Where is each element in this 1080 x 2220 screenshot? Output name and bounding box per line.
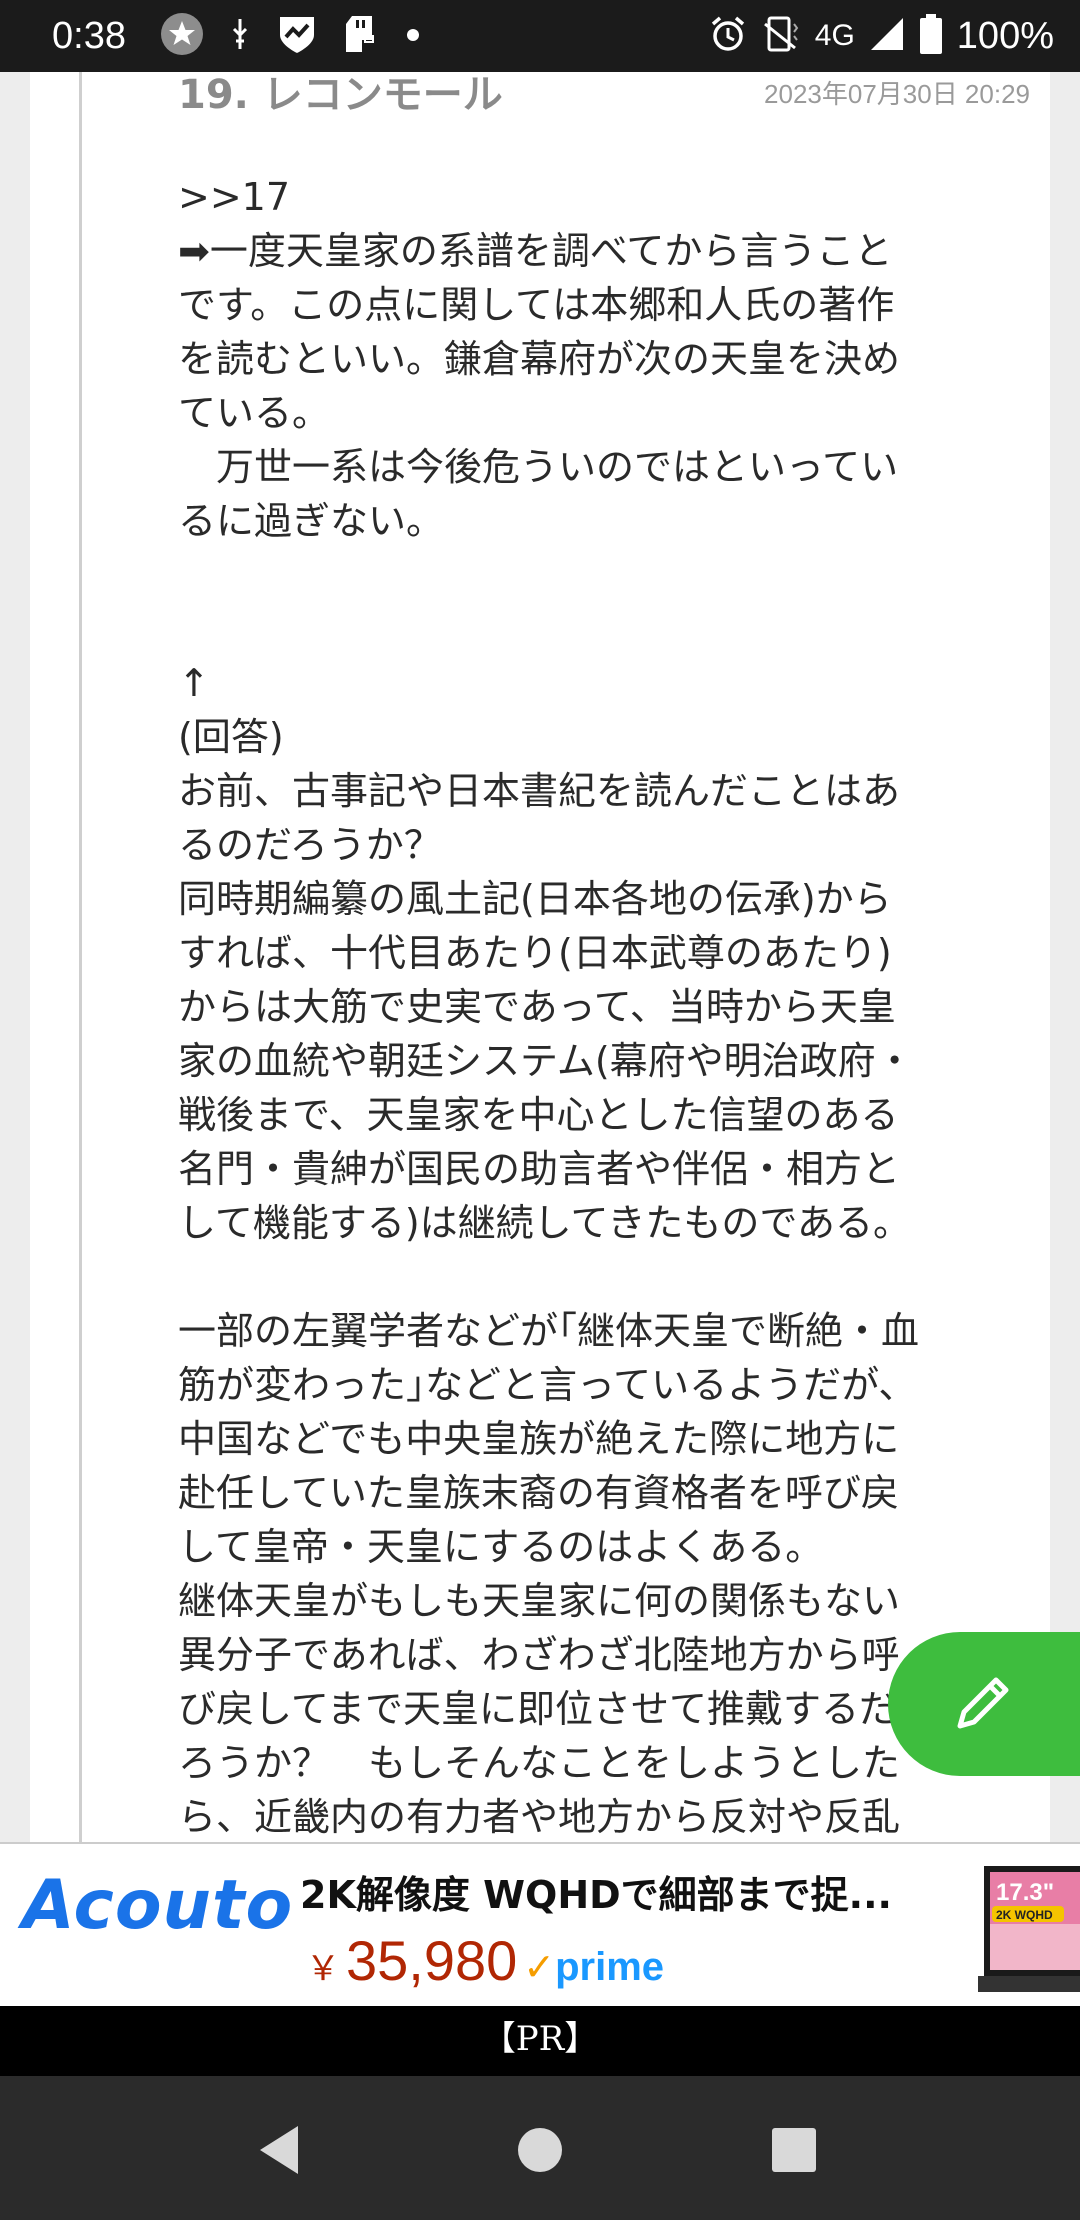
star-icon [160,12,204,60]
post-line [178,548,1040,602]
post-line: 家の血統や朝廷システム(幕府や明治政府・ [178,1039,914,1083]
dot-icon [406,27,420,46]
shield-icon [276,13,318,59]
ad-image-badge: 17.3" [996,1879,1054,1906]
post-line: ↑ [178,661,210,705]
ad-brand: Acouto [22,1866,294,1945]
navigation-bar [0,2076,1080,2220]
post-line: して機能する)は継続してきたものである。 [178,1201,912,1245]
vibrate-icon [761,14,801,58]
home-button[interactable] [510,2120,570,2180]
ad-title: 2K解像度 WQHDで細部まで捉... [300,1873,892,1917]
network-type: 4G [814,19,855,52]
status-bar: 0:38 4G 100% [0,0,1080,72]
post-line: です。この点に関しては本郷和人氏の著作 [178,283,895,327]
battery-icon [919,14,943,58]
post-line: お前、古事記や日本書紀を読んだことはあ [178,769,901,813]
back-button[interactable] [252,2120,312,2180]
ad-product-image: 17.3" 2K WQHD [978,1864,1080,1992]
post-line: 一部の左翼学者などが｢継体天皇で断絶・血 [178,1309,920,1353]
pencil-icon [950,1668,1018,1740]
post-line: 筋が変わった｣などと言っているようだが、 [178,1363,917,1407]
ad-price: 35,980 [346,1929,518,1992]
notification-icons [160,12,420,60]
reply-thread-line [79,72,82,1842]
post-line: 赴任していた皇族末裔の有資格者を呼び戻 [178,1471,899,1515]
post-line: 戦後まで、天皇家を中心とした信望のある [178,1093,899,1137]
usb-icon [230,17,250,55]
ad-banner[interactable]: Acouto 2K解像度 WQHDで細部まで捉... ￥ 35,980 ✓ pr… [0,1842,1080,2006]
post-line [178,1250,1040,1304]
ad-price-row: ￥ 35,980 ✓ prime [306,1928,664,1993]
post-number: 19. [178,72,249,118]
post-line: して皇帝・天皇にするのはよくある。 [178,1525,824,1569]
post-author: レコンモール [262,72,503,118]
post-line: ている。 [178,391,331,435]
post-line: ら、近畿内の有力者や地方から反対や反乱 [178,1795,901,1839]
post-line [178,602,1040,656]
compose-button[interactable] [888,1632,1080,1776]
pr-label: 【PR】 [0,2006,1080,2076]
post-line: るのだろうか？ [178,823,442,867]
post-header: 19. レコンモール 2023年07月30日 20:29 [178,72,1030,124]
post-line: からは大筋で史実であって、当時から天皇 [178,985,896,1029]
status-time: 0:38 [52,14,126,57]
system-icons: 4G 100% [709,14,1054,58]
post-line: ➡一度天皇家の系譜を調べてから言うこと [178,229,893,273]
post-date: 2023年07月30日 20:29 [764,79,1030,109]
post-body: >>17 ➡一度天皇家の系譜を調べてから言うこと です。この点に関しては本郷和人氏の… [178,170,1040,1844]
ad-prime: prime [555,1945,665,1989]
ad-currency: ￥ [306,1949,340,1989]
post-line: 名門・貴紳が国民の助言者や伴侶・相方と [178,1147,901,1191]
post-line: すれば、十代目あたり(日本武尊のあたり) [178,931,892,975]
post-line: 万世一系は今後危ういのではといってい [178,445,899,489]
sdcard-icon [344,14,380,58]
post-line: 継体天皇がもしも天皇家に何の関係もない [178,1579,901,1623]
post-number-author[interactable]: 19. レコンモール [178,62,503,120]
post-line: (回答) [178,715,284,759]
post-line: を読むといい。鎌倉幕府が次の天皇を決め [178,337,901,381]
alarm-icon [709,15,747,57]
signal-icon [869,16,905,56]
post-line: 同時期編纂の風土記(日本各地の伝承)から [178,877,892,921]
ad-image-sub: 2K WQHD [996,1908,1053,1922]
prime-check-icon: ✓ [523,1945,556,1989]
recents-button[interactable] [764,2120,824,2180]
battery-percent: 100% [956,14,1054,57]
post-line: 中国などでも中央皇族が絶えた際に地方に [178,1417,900,1461]
thread-page: 19. レコンモール 2023年07月30日 20:29 >>17 ➡一度天皇家の… [30,72,1050,1842]
post-line: るに過ぎない。 [178,499,445,543]
post-line: >>17 [178,175,291,219]
